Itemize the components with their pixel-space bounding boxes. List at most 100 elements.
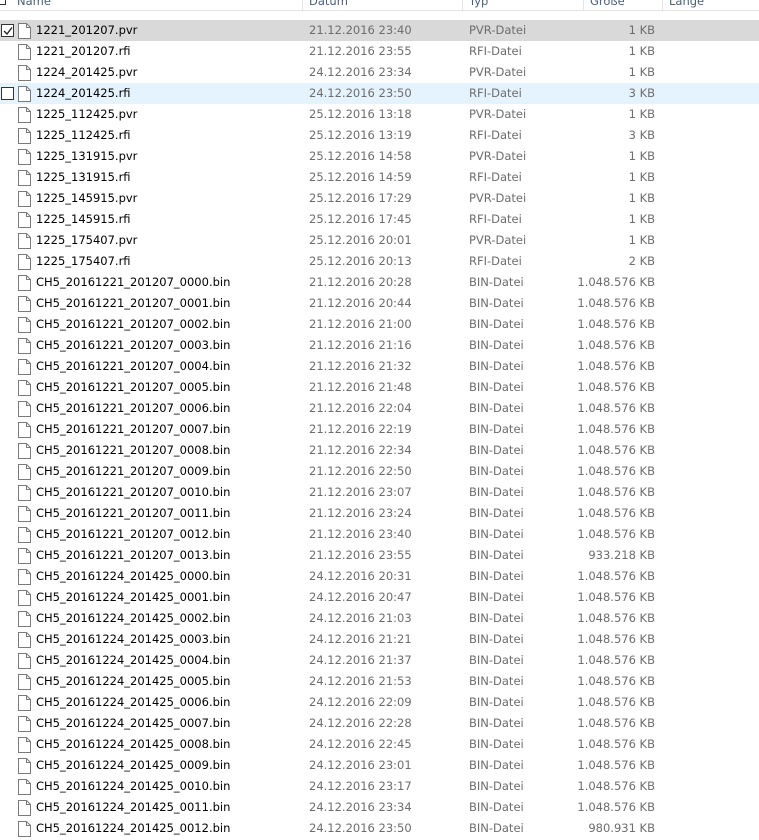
column-date[interactable]: Datum [302,0,348,10]
file-type: BIN-Datei [469,653,524,667]
file-row[interactable]: 1225_131915.rfi 25.12.2016 14:59 RFI-Datei… [0,167,759,188]
file-name: 1221_201207.pvr [36,23,138,37]
file-type: BIN-Datei [469,548,524,562]
file-size: 1.048.576 KB [577,695,655,709]
file-row[interactable]: CH5_20161224_201425_0012.bin 24.12.2016 2… [0,818,759,839]
file-row[interactable]: 1225_131915.pvr 25.12.2016 14:58 PVR-Datei… [0,146,759,167]
file-row[interactable]: 1221_201207.pvr 21.12.2016 23:40 PVR-Datei… [0,20,759,41]
file-date: 21.12.2016 23:24 [309,506,412,520]
file-size: 1.048.576 KB [577,275,655,289]
file-name: 1225_131915.pvr [36,149,138,163]
file-row[interactable]: CH5_20161224_201425_0006.bin 24.12.2016 2… [0,692,759,713]
column-type[interactable]: Typ [462,0,488,10]
file-size: 2 KB [628,254,655,268]
file-name: 1225_145915.rfi [36,212,131,226]
file-row[interactable]: CH5_20161221_201207_0002.bin 21.12.2016 2… [0,314,759,335]
file-type: RFI-Datei [469,128,522,142]
file-date: 24.12.2016 23:34 [309,800,412,814]
file-icon [18,107,31,123]
file-size: 933.218 KB [588,548,655,562]
file-row[interactable]: CH5_20161221_201207_0003.bin 21.12.2016 2… [0,335,759,356]
file-row[interactable]: CH5_20161221_201207_0008.bin 21.12.2016 2… [0,440,759,461]
file-row[interactable]: CH5_20161224_201425_0004.bin 24.12.2016 2… [0,650,759,671]
file-row[interactable]: CH5_20161221_201207_0011.bin 21.12.2016 2… [0,503,759,524]
file-name: CH5_20161221_201207_0008.bin [36,443,231,457]
file-row[interactable]: CH5_20161221_201207_0006.bin 21.12.2016 2… [0,398,759,419]
file-row[interactable]: 1221_201207.rfi 21.12.2016 23:55 RFI-Datei… [0,41,759,62]
file-row[interactable]: CH5_20161221_201207_0000.bin 21.12.2016 2… [0,272,759,293]
file-size: 1.048.576 KB [577,716,655,730]
file-icon [18,23,31,39]
file-date: 21.12.2016 21:16 [309,338,412,352]
file-row[interactable]: CH5_20161224_201425_0000.bin 24.12.2016 2… [0,566,759,587]
file-row[interactable]: 1225_112425.rfi 25.12.2016 13:19 RFI-Datei… [0,125,759,146]
file-row[interactable]: CH5_20161224_201425_0002.bin 24.12.2016 2… [0,608,759,629]
file-date: 21.12.2016 20:44 [309,296,412,310]
file-type: BIN-Datei [469,380,524,394]
file-row[interactable]: CH5_20161224_201425_0009.bin 24.12.2016 2… [0,755,759,776]
file-list: 1221_201207.pvr 21.12.2016 23:40 PVR-Datei… [0,20,759,839]
file-name: 1224_201425.pvr [36,65,138,79]
file-date: 21.12.2016 23:55 [309,44,412,58]
file-type: BIN-Datei [469,506,524,520]
file-name: CH5_20161221_201207_0012.bin [36,527,231,541]
file-row[interactable]: CH5_20161224_201425_0011.bin 24.12.2016 2… [0,797,759,818]
file-row[interactable]: 1224_201425.rfi 24.12.2016 23:50 RFI-Datei… [0,83,759,104]
file-type: RFI-Datei [469,44,522,58]
file-row[interactable]: CH5_20161224_201425_0008.bin 24.12.2016 2… [0,734,759,755]
file-size: 1.048.576 KB [577,317,655,331]
file-date: 24.12.2016 23:17 [309,779,412,793]
file-row[interactable]: CH5_20161224_201425_0010.bin 24.12.2016 2… [0,776,759,797]
file-row[interactable]: CH5_20161224_201425_0001.bin 24.12.2016 2… [0,587,759,608]
file-row[interactable]: CH5_20161221_201207_0013.bin 21.12.2016 2… [0,545,759,566]
file-icon [18,716,31,732]
file-row[interactable]: 1225_145915.rfi 25.12.2016 17:45 RFI-Datei… [0,209,759,230]
file-type: BIN-Datei [469,401,524,415]
column-length[interactable]: Länge [662,0,704,10]
file-row[interactable]: 1224_201425.pvr 24.12.2016 23:34 PVR-Datei… [0,62,759,83]
file-date: 24.12.2016 23:01 [309,758,412,772]
file-row[interactable]: CH5_20161224_201425_0003.bin 24.12.2016 2… [0,629,759,650]
column-name[interactable]: Name [11,0,51,10]
file-name: CH5_20161221_201207_0005.bin [36,380,231,394]
file-date: 21.12.2016 23:40 [309,23,412,37]
file-icon [18,212,31,228]
column-size[interactable]: Größe [583,0,625,10]
file-date: 21.12.2016 23:40 [309,527,412,541]
file-type: BIN-Datei [469,716,524,730]
file-date: 25.12.2016 14:58 [309,149,412,163]
file-row[interactable]: CH5_20161221_201207_0001.bin 21.12.2016 2… [0,293,759,314]
file-row[interactable]: CH5_20161221_201207_0004.bin 21.12.2016 2… [0,356,759,377]
file-date: 21.12.2016 22:50 [309,464,412,478]
file-row[interactable]: 1225_145915.pvr 25.12.2016 17:29 PVR-Datei… [0,188,759,209]
file-row[interactable]: 1225_112425.pvr 25.12.2016 13:18 PVR-Datei… [0,104,759,125]
file-row[interactable]: CH5_20161221_201207_0010.bin 21.12.2016 2… [0,482,759,503]
file-row[interactable]: 1225_175407.pvr 25.12.2016 20:01 PVR-Datei… [0,230,759,251]
file-name: CH5_20161221_201207_0011.bin [36,506,231,520]
file-size: 1 KB [628,212,655,226]
file-row[interactable]: CH5_20161221_201207_0012.bin 21.12.2016 2… [0,524,759,545]
file-date: 24.12.2016 20:47 [309,590,412,604]
select-all-checkbox[interactable] [0,0,6,5]
row-checkbox[interactable] [1,87,14,100]
row-checkbox[interactable] [1,24,14,37]
file-name: CH5_20161224_201425_0003.bin [36,632,231,646]
file-icon [18,590,31,606]
file-date: 24.12.2016 21:37 [309,653,412,667]
file-date: 24.12.2016 20:31 [309,569,412,583]
file-name: CH5_20161221_201207_0013.bin [36,548,231,562]
file-row[interactable]: CH5_20161221_201207_0009.bin 21.12.2016 2… [0,461,759,482]
file-type: BIN-Datei [469,674,524,688]
file-size: 1 KB [628,233,655,247]
file-type: PVR-Datei [469,23,527,37]
file-icon [18,128,31,144]
file-row[interactable]: CH5_20161221_201207_0005.bin 21.12.2016 2… [0,377,759,398]
file-name: CH5_20161224_201425_0002.bin [36,611,231,625]
file-row[interactable]: CH5_20161224_201425_0007.bin 24.12.2016 2… [0,713,759,734]
file-row[interactable]: 1225_175407.rfi 25.12.2016 20:13 RFI-Datei… [0,251,759,272]
file-size: 1.048.576 KB [577,401,655,415]
file-row[interactable]: CH5_20161224_201425_0005.bin 24.12.2016 2… [0,671,759,692]
file-row[interactable]: CH5_20161221_201207_0007.bin 21.12.2016 2… [0,419,759,440]
file-size: 1.048.576 KB [577,506,655,520]
file-type: BIN-Datei [469,758,524,772]
